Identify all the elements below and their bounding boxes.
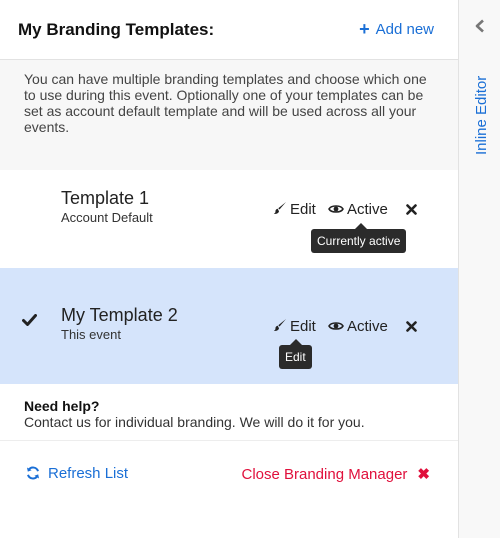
active-label: Active bbox=[347, 318, 388, 335]
active-label: Active bbox=[347, 201, 388, 218]
close-branding-manager-button[interactable]: Close Branding Manager ✖ bbox=[241, 465, 430, 483]
eye-icon bbox=[328, 205, 344, 213]
intro-section: You can have multiple branding templates… bbox=[0, 60, 458, 170]
page-title: My Branding Templates: bbox=[18, 20, 215, 39]
edit-tooltip: Edit bbox=[279, 339, 312, 369]
refresh-list-button[interactable]: Refresh List bbox=[26, 465, 128, 482]
refresh-label: Refresh List bbox=[48, 465, 129, 482]
template-name: My Template 2 bbox=[61, 305, 178, 325]
eye-icon bbox=[328, 322, 344, 330]
delete-button[interactable] bbox=[406, 201, 420, 218]
delete-button[interactable] bbox=[406, 318, 420, 335]
help-title: Need help? bbox=[24, 398, 100, 414]
edit-button[interactable]: Edit bbox=[273, 201, 316, 218]
intro-text: You can have multiple branding templates… bbox=[24, 71, 427, 135]
chevron-left-icon[interactable] bbox=[474, 19, 486, 33]
close-icon: ✖ bbox=[417, 466, 430, 483]
check-icon bbox=[22, 314, 37, 326]
template-row-selected[interactable]: My Template 2 This event Edit Active bbox=[0, 268, 458, 384]
close-icon bbox=[406, 204, 417, 215]
close-label: Close Branding Manager bbox=[241, 466, 408, 483]
refresh-icon bbox=[27, 466, 39, 480]
active-tooltip: Currently active bbox=[311, 223, 407, 253]
brush-icon bbox=[273, 202, 286, 214]
active-button[interactable]: Active bbox=[328, 318, 388, 335]
edit-label: Edit bbox=[290, 201, 316, 218]
active-button[interactable]: Active bbox=[328, 201, 388, 218]
plus-icon: + bbox=[359, 19, 370, 39]
template-name: Template 1 bbox=[61, 188, 150, 208]
add-new-label: Add new bbox=[375, 21, 434, 38]
footer: Refresh List Close Branding Manager ✖ bbox=[0, 440, 458, 538]
inline-editor-tab[interactable]: Inline Editor bbox=[473, 76, 490, 155]
help-section: Need help? Contact us for individual bra… bbox=[0, 384, 458, 440]
add-new-button[interactable]: + Add new bbox=[359, 19, 434, 40]
header: My Branding Templates: + Add new bbox=[0, 0, 458, 60]
help-text: Contact us for individual branding. We w… bbox=[24, 414, 365, 430]
edit-button[interactable]: Edit bbox=[273, 318, 316, 335]
brush-icon bbox=[273, 319, 286, 331]
template-subtitle: Account Default bbox=[61, 210, 153, 225]
edit-label: Edit bbox=[290, 318, 316, 335]
inline-editor-sidebar: Inline Editor bbox=[458, 0, 500, 538]
branding-manager-panel: My Branding Templates: + Add new You can … bbox=[0, 0, 458, 538]
template-subtitle: This event bbox=[61, 327, 121, 342]
close-icon bbox=[406, 321, 417, 332]
